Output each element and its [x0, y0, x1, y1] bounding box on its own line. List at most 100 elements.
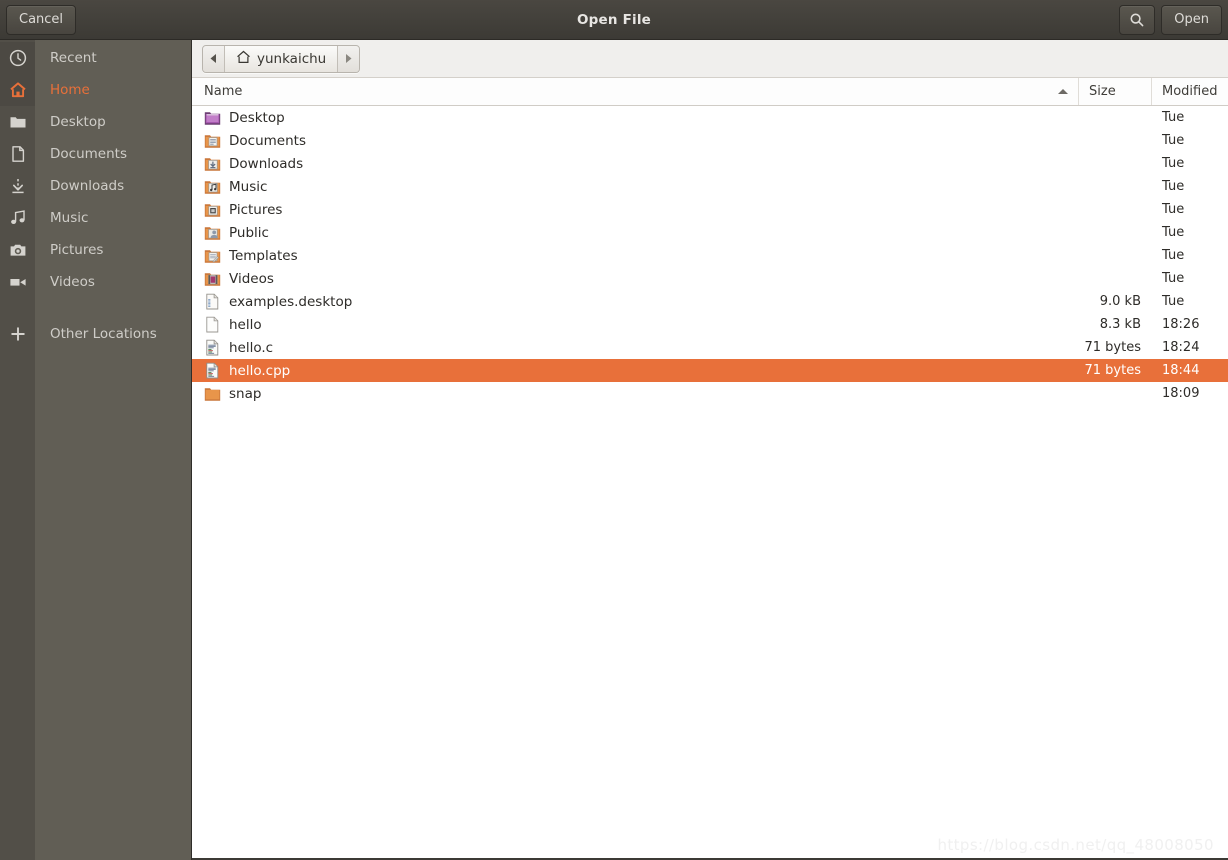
triangle-up-icon [1058, 89, 1068, 94]
folder-icon [0, 106, 35, 138]
table-row[interactable]: snap 18:09 [192, 382, 1228, 405]
source-file-icon [204, 339, 221, 356]
file-modified-cell: Tue [1162, 110, 1185, 125]
sidebar-separator [0, 298, 191, 318]
file-name-cell: Public [192, 224, 1079, 241]
folder-videos-icon [204, 270, 221, 287]
sidebar-item-label: Desktop [50, 114, 106, 130]
file-modified-cell: 18:09 [1162, 386, 1200, 401]
sidebar-list: Recent Home Desktop Documents Downloads Music… [0, 40, 191, 350]
folder-music-icon [204, 178, 221, 195]
file-modified-cell: 18:24 [1162, 340, 1200, 355]
chevron-right-icon [344, 49, 353, 68]
folder-public-icon [204, 224, 221, 241]
file-name-cell: Templates [192, 247, 1079, 264]
folder-downloads-icon [204, 155, 221, 172]
file-name-cell: Downloads [192, 155, 1079, 172]
breadcrumb-label: yunkaichu [257, 50, 327, 67]
file-name-label: Videos [229, 270, 274, 287]
open-button-label: Open [1174, 12, 1209, 27]
file-name-cell: hello.c [192, 339, 1079, 356]
table-row[interactable]: Templates Tue [192, 244, 1228, 267]
breadcrumb: yunkaichu [202, 44, 361, 73]
download-icon [0, 170, 35, 202]
file-list[interactable]: Desktop Tue Documents Tue Downloads Tue Music T… [192, 106, 1228, 860]
file-name-cell: Pictures [192, 201, 1079, 218]
file-modified-cell: Tue [1162, 133, 1185, 148]
column-header-modified[interactable]: Modified [1152, 78, 1228, 105]
file-modified-cell: Tue [1162, 294, 1185, 309]
file-name-label: hello.c [229, 339, 274, 356]
sidebar-item-videos[interactable]: Videos [0, 266, 191, 298]
plus-icon [0, 318, 35, 350]
source-file-icon [204, 362, 221, 379]
window-title: Open File [576, 11, 652, 28]
sidebar-item-label: Pictures [50, 242, 104, 258]
places-sidebar: Recent Home Desktop Documents Downloads Music… [0, 40, 192, 860]
sidebar-item-other-locations[interactable]: Other Locations [0, 318, 191, 350]
file-size-cell: 9.0 kB [1099, 294, 1141, 309]
table-row[interactable]: Videos Tue [192, 267, 1228, 290]
open-button[interactable]: Open [1161, 4, 1222, 35]
file-name-cell: examples.desktop [192, 293, 1079, 310]
home-icon [236, 50, 251, 68]
sidebar-item-home[interactable]: Home [0, 74, 191, 106]
file-size-cell: 8.3 kB [1099, 317, 1141, 332]
file-modified-cell: Tue [1162, 179, 1185, 194]
sidebar-item-desktop[interactable]: Desktop [0, 106, 191, 138]
sidebar-item-pictures[interactable]: Pictures [0, 234, 191, 266]
file-name-cell: snap [192, 385, 1079, 402]
document-icon [0, 138, 35, 170]
column-header-name[interactable]: Name [192, 78, 1079, 105]
table-row[interactable]: examples.desktop 9.0 kB Tue [192, 290, 1228, 313]
table-row[interactable]: hello.c 71 bytes 18:24 [192, 336, 1228, 359]
sidebar-item-recent[interactable]: Recent [0, 42, 191, 74]
file-name-label: Downloads [229, 155, 304, 172]
sidebar-item-label: Other Locations [50, 326, 157, 342]
column-header-modified-label: Modified [1162, 84, 1218, 99]
column-header-size[interactable]: Size [1079, 78, 1152, 105]
file-name-label: hello.cpp [229, 362, 291, 379]
breadcrumb-item-home[interactable]: yunkaichu [225, 45, 338, 72]
file-name-label: Pictures [229, 201, 283, 218]
file-name-label: Documents [229, 132, 306, 149]
file-name-label: hello [229, 316, 262, 333]
forward-button[interactable] [337, 45, 360, 72]
file-modified-cell: Tue [1162, 202, 1185, 217]
table-row[interactable]: Public Tue [192, 221, 1228, 244]
cancel-button-label: Cancel [19, 12, 64, 27]
file-name-label: Templates [229, 247, 298, 264]
sidebar-item-documents[interactable]: Documents [0, 138, 191, 170]
titlebar: Cancel Open File Open [0, 0, 1228, 40]
folder-pictures-icon [204, 201, 221, 218]
sidebar-item-label: Home [50, 82, 90, 98]
file-size-cell: 71 bytes [1084, 363, 1142, 378]
sidebar-item-label: Downloads [50, 178, 125, 194]
table-row[interactable]: hello 8.3 kB 18:26 [192, 313, 1228, 336]
table-row[interactable]: Music Tue [192, 175, 1228, 198]
table-row[interactable]: Downloads Tue [192, 152, 1228, 175]
sidebar-item-downloads[interactable]: Downloads [0, 170, 191, 202]
back-button[interactable] [203, 45, 225, 72]
file-modified-cell: Tue [1162, 271, 1185, 286]
text-file-icon [204, 293, 221, 310]
file-modified-cell: Tue [1162, 248, 1185, 263]
folder-desktop-icon [204, 109, 221, 126]
table-row[interactable]: Desktop Tue [192, 106, 1228, 129]
clock-icon [0, 42, 35, 74]
file-modified-cell: Tue [1162, 225, 1185, 240]
table-row[interactable]: Documents Tue [192, 129, 1228, 152]
camera-icon [0, 234, 35, 266]
home-icon [0, 74, 35, 106]
sidebar-item-label: Recent [50, 50, 97, 66]
chevron-left-icon [209, 49, 218, 68]
file-name-label: examples.desktop [229, 293, 353, 310]
cancel-button[interactable]: Cancel [6, 4, 77, 35]
table-row[interactable]: hello.cpp 71 bytes 18:44 [192, 359, 1228, 382]
search-button[interactable] [1119, 4, 1156, 35]
table-row[interactable]: Pictures Tue [192, 198, 1228, 221]
file-name-label: Public [229, 224, 269, 241]
titlebar-actions: Open [1119, 4, 1222, 35]
sidebar-item-label: Music [50, 210, 89, 226]
sidebar-item-music[interactable]: Music [0, 202, 191, 234]
